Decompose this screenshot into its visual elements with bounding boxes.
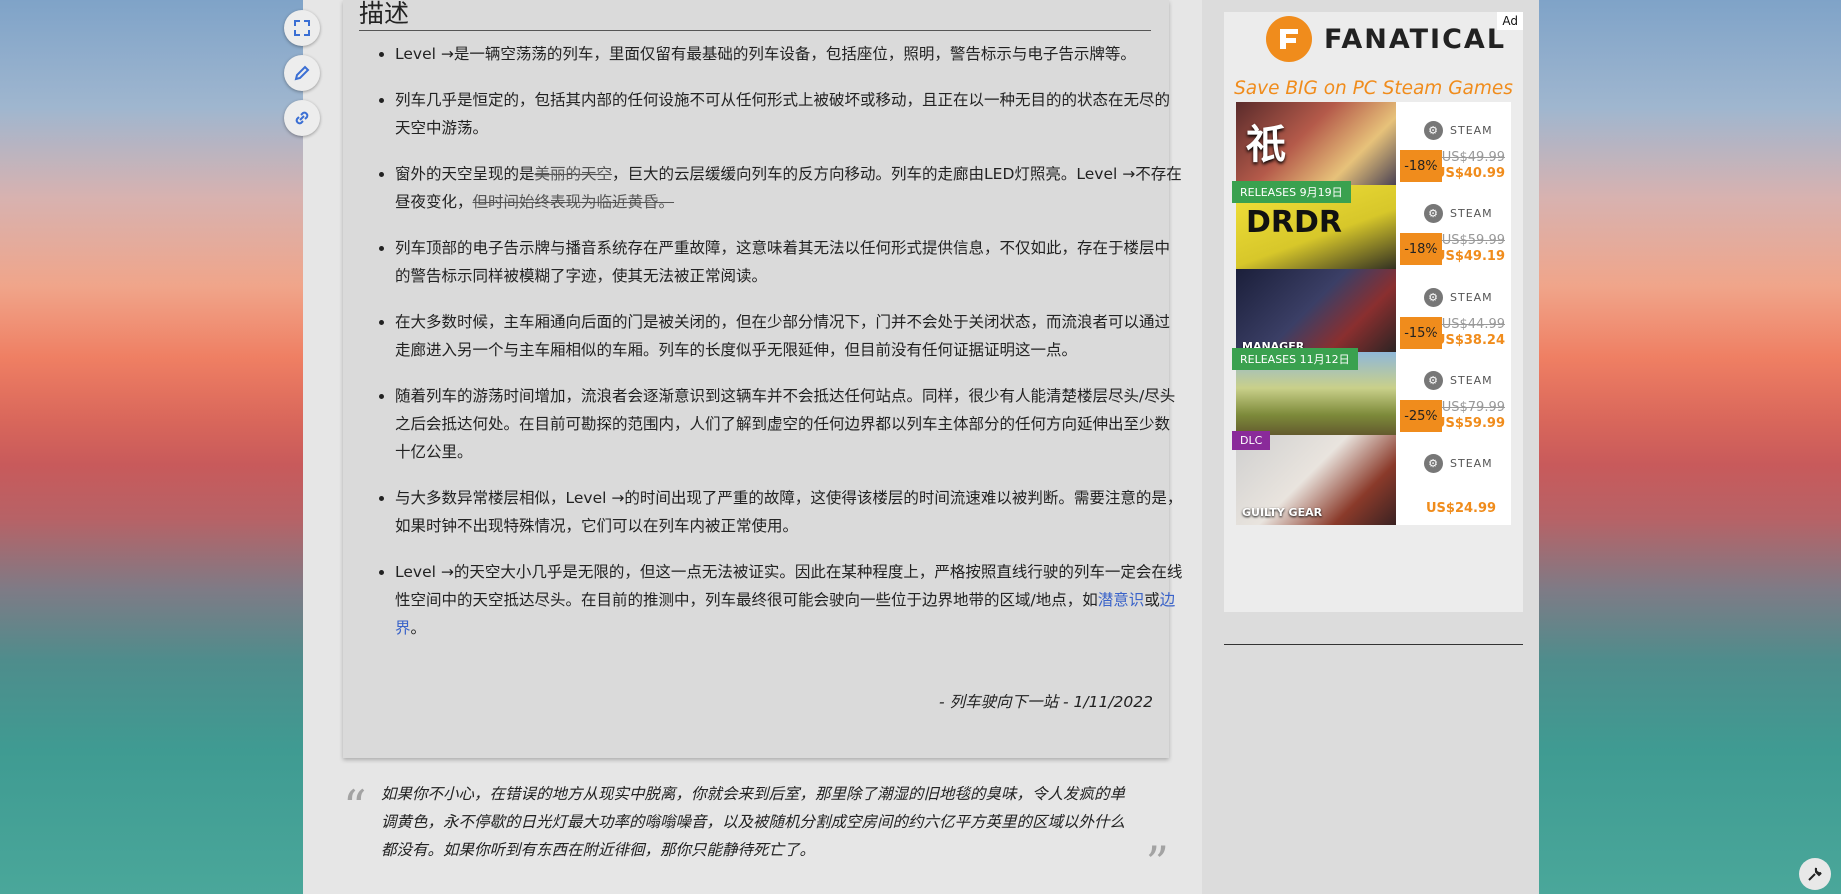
fullscreen-button[interactable] bbox=[284, 10, 320, 46]
page-container: 描述 Level →是一辆空荡荡的列车，里面仅留有最基础的列车设备，包括座位，照… bbox=[284, 0, 1539, 894]
platform-label: ⚙ STEAM bbox=[1424, 288, 1493, 307]
struck-text: 但时间始终表现为临近黄昏。 bbox=[472, 193, 675, 211]
description-item: 随着列车的游荡时间增加，流浪者会逐渐意识到这辆车并不会抵达任何站点。同样，很少有… bbox=[395, 382, 1185, 466]
platform-name: STEAM bbox=[1450, 207, 1493, 220]
sale-price: US$40.99 bbox=[1434, 166, 1505, 181]
description-list: Level →是一辆空荡荡的列车，里面仅留有最基础的列车设备，包括座位，照明，警… bbox=[359, 40, 1185, 660]
platform-name: STEAM bbox=[1450, 124, 1493, 137]
original-price: US$49.99 bbox=[1441, 150, 1505, 165]
platform-label: ⚙ STEAM bbox=[1424, 454, 1493, 473]
sale-price: US$59.99 bbox=[1434, 416, 1505, 431]
struck-text: 美丽的天空 bbox=[534, 165, 613, 183]
steam-icon: ⚙ bbox=[1424, 204, 1443, 223]
description-item: 列车几乎是恒定的，包括其内部的任何设施不可从任何形式上被破坏或移动，且正在以一种… bbox=[395, 86, 1185, 142]
wrench-icon bbox=[1808, 867, 1822, 881]
platform-name: STEAM bbox=[1450, 291, 1493, 304]
settings-button[interactable] bbox=[1799, 858, 1831, 890]
ad-game-tile[interactable]: DRDR RELEASES 9月19日 ⚙ STEAM -18% US$59.99 US$4… bbox=[1232, 181, 1511, 275]
open-quote-icon: “ bbox=[343, 780, 367, 834]
article-signature: - 列车驶向下一站 - 1/11/2022 bbox=[939, 693, 1153, 711]
sale-price: US$49.19 bbox=[1434, 249, 1505, 264]
tile-ribbon: RELEASES 11月12日 bbox=[1232, 348, 1358, 370]
item-text: 。 bbox=[410, 619, 427, 637]
sidebar-divider bbox=[1224, 644, 1523, 645]
link-icon bbox=[295, 111, 309, 125]
platform-label: ⚙ STEAM bbox=[1424, 121, 1493, 140]
item-text: 窗外的天空呈现的是 bbox=[395, 165, 535, 183]
game-cover-image: 祇 bbox=[1236, 102, 1396, 192]
original-price: US$79.99 bbox=[1441, 400, 1505, 415]
fullscreen-icon bbox=[294, 20, 310, 36]
page-tools bbox=[284, 10, 320, 145]
section-heading: 描述 bbox=[359, 0, 1151, 31]
steam-icon: ⚙ bbox=[1424, 121, 1443, 140]
tile-ribbon: RELEASES 9月19日 bbox=[1232, 181, 1351, 203]
sidebar: Ad FANATICAL Save BIG on PC Steam Games … bbox=[1202, 0, 1539, 894]
description-item: Level →是一辆空荡荡的列车，里面仅留有最基础的列车设备，包括座位，照明，警… bbox=[395, 40, 1185, 68]
fanatical-logo-icon bbox=[1266, 16, 1312, 62]
cover-glyph: 祇 bbox=[1246, 122, 1286, 168]
close-quote-icon: ” bbox=[1145, 836, 1169, 890]
article-link[interactable]: 潜意识 bbox=[1098, 591, 1145, 609]
item-text: 或 bbox=[1144, 591, 1160, 609]
sale-price: US$24.99 bbox=[1426, 501, 1497, 516]
sale-price: US$38.24 bbox=[1434, 333, 1505, 348]
ad-game-tile[interactable]: GUILTY GEAR DLC ⚙ STEAM US$24.99 bbox=[1232, 431, 1511, 525]
edit-button[interactable] bbox=[284, 55, 320, 91]
ad-banner[interactable]: Ad FANATICAL Save BIG on PC Steam Games … bbox=[1224, 12, 1523, 612]
platform-name: STEAM bbox=[1450, 457, 1493, 470]
steam-icon: ⚙ bbox=[1424, 371, 1443, 390]
steam-icon: ⚙ bbox=[1424, 288, 1443, 307]
game-cover-image: MANAGER bbox=[1236, 269, 1396, 359]
edit-pencil-icon bbox=[294, 65, 310, 81]
item-text: 列车顶部的电子告示牌与播音系统存在严重故障，这意味着其无法以任何形式提供信息，不… bbox=[395, 239, 1171, 285]
item-text: 与大多数异常楼层相似，Level →的时间出现了严重的故障，这使得该楼层的时间流… bbox=[395, 489, 1183, 535]
platform-label: ⚙ STEAM bbox=[1424, 371, 1493, 390]
description-card: 描述 Level →是一辆空荡荡的列车，里面仅留有最基础的列车设备，包括座位，照… bbox=[343, 0, 1182, 758]
quote-text: 如果你不小心，在错误的地方从现实中脱离，你就会来到后室，那里除了潮湿的旧地毯的臭… bbox=[381, 785, 1126, 859]
ad-game-tile[interactable]: MANAGER ⚙ STEAM -15% US$44.99 US$38.24 bbox=[1236, 269, 1511, 359]
original-price: US$59.99 bbox=[1441, 233, 1505, 248]
item-text: Level →的天空大小几乎是无限的，但这一点无法被证实。因此在某种程度上，严格… bbox=[395, 563, 1183, 609]
original-price: US$44.99 bbox=[1441, 317, 1505, 332]
ad-game-tile[interactable]: 祇 ⚙ STEAM -18% US$49.99 US$40.99 bbox=[1236, 102, 1511, 192]
platform-label: ⚙ STEAM bbox=[1424, 204, 1493, 223]
description-item: 与大多数异常楼层相似，Level →的时间出现了严重的故障，这使得该楼层的时间流… bbox=[395, 484, 1185, 540]
cover-title: GUILTY GEAR bbox=[1242, 506, 1323, 519]
main-column: 描述 Level →是一辆空荡荡的列车，里面仅留有最基础的列车设备，包括座位，照… bbox=[284, 0, 1203, 894]
description-item: 窗外的天空呈现的是美丽的天空，巨大的云层缓缓向列车的反方向移动。列车的走廊由LE… bbox=[395, 160, 1185, 216]
permalink-button[interactable] bbox=[284, 100, 320, 136]
steam-icon: ⚙ bbox=[1424, 454, 1443, 473]
item-text: 随着列车的游荡时间增加，流浪者会逐渐意识到这辆车并不会抵达任何站点。同样，很少有… bbox=[395, 387, 1176, 461]
item-text: 列车几乎是恒定的，包括其内部的任何设施不可从任何形式上被破坏或移动，且正在以一种… bbox=[395, 91, 1171, 137]
brand-name: FANATICAL bbox=[1324, 23, 1507, 55]
cover-title: DRDR bbox=[1246, 205, 1343, 240]
item-text: Level →是一辆空荡荡的列车，里面仅留有最基础的列车设备，包括座位，照明，警… bbox=[395, 45, 1136, 63]
quote-block: “ 如果你不小心，在错误的地方从现实中脱离，你就会来到后室，那里除了潮湿的旧地毯… bbox=[343, 780, 1169, 890]
ad-tagline: Save BIG on PC Steam Games bbox=[1234, 78, 1513, 99]
ad-game-tile[interactable]: RELEASES 11月12日 ⚙ STEAM -25% US$79.99 US$59.9… bbox=[1232, 348, 1511, 442]
description-item: 在大多数时候，主车厢通向后面的门是被关闭的，但在少部分情况下，门并不会处于关闭状… bbox=[395, 308, 1185, 364]
item-text: 在大多数时候，主车厢通向后面的门是被关闭的，但在少部分情况下，门并不会处于关闭状… bbox=[395, 313, 1171, 359]
description-item: 列车顶部的电子告示牌与播音系统存在严重故障，这意味着其无法以任何形式提供信息，不… bbox=[395, 234, 1185, 290]
brand-header[interactable]: FANATICAL bbox=[1266, 16, 1506, 62]
description-item: Level →的天空大小几乎是无限的，但这一点无法被证实。因此在某种程度上，严格… bbox=[395, 558, 1185, 642]
tile-ribbon: DLC bbox=[1232, 431, 1271, 450]
platform-name: STEAM bbox=[1450, 374, 1493, 387]
